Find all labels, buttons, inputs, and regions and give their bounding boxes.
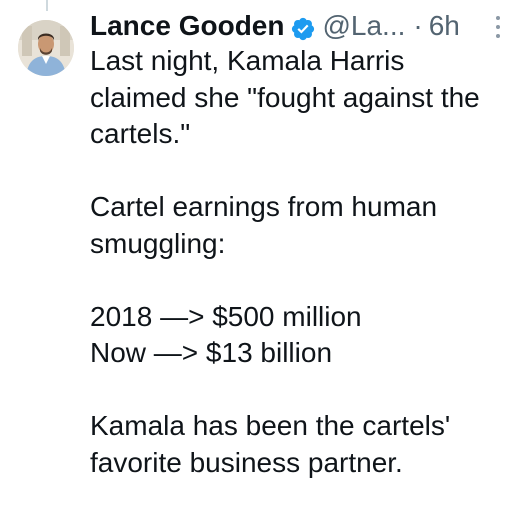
more-dot [496,25,500,29]
tweet-header: Lance Gooden @La... · 6h [90,6,460,46]
author-handle[interactable]: @La... [322,6,405,46]
tweet-line-2018: 2018 —> $500 million [90,300,362,332]
thread-connector-line [46,0,48,11]
tweet-paragraph-conclusion: Kamala has been the cartels' favorite bu… [90,410,451,478]
separator-dot: · [413,10,423,41]
more-dot [496,34,500,38]
timestamp[interactable]: 6h [429,6,460,46]
tweet-line-now: Now —> $13 billion [90,337,333,368]
tweet-paragraph-claim: Last night, Kamala Harris claimed she "f… [90,45,480,149]
avatar-image [18,20,74,76]
verified-badge-icon[interactable] [290,13,316,41]
avatar[interactable] [18,20,74,76]
more-dot [496,16,500,20]
tweet-paragraph-earnings-heading: Cartel earnings from human smuggling: [90,191,438,259]
more-options-icon[interactable] [495,16,501,38]
author-name[interactable]: Lance Gooden [90,6,284,46]
tweet-text: Last night, Kamala Harris claimed she "f… [90,43,505,481]
